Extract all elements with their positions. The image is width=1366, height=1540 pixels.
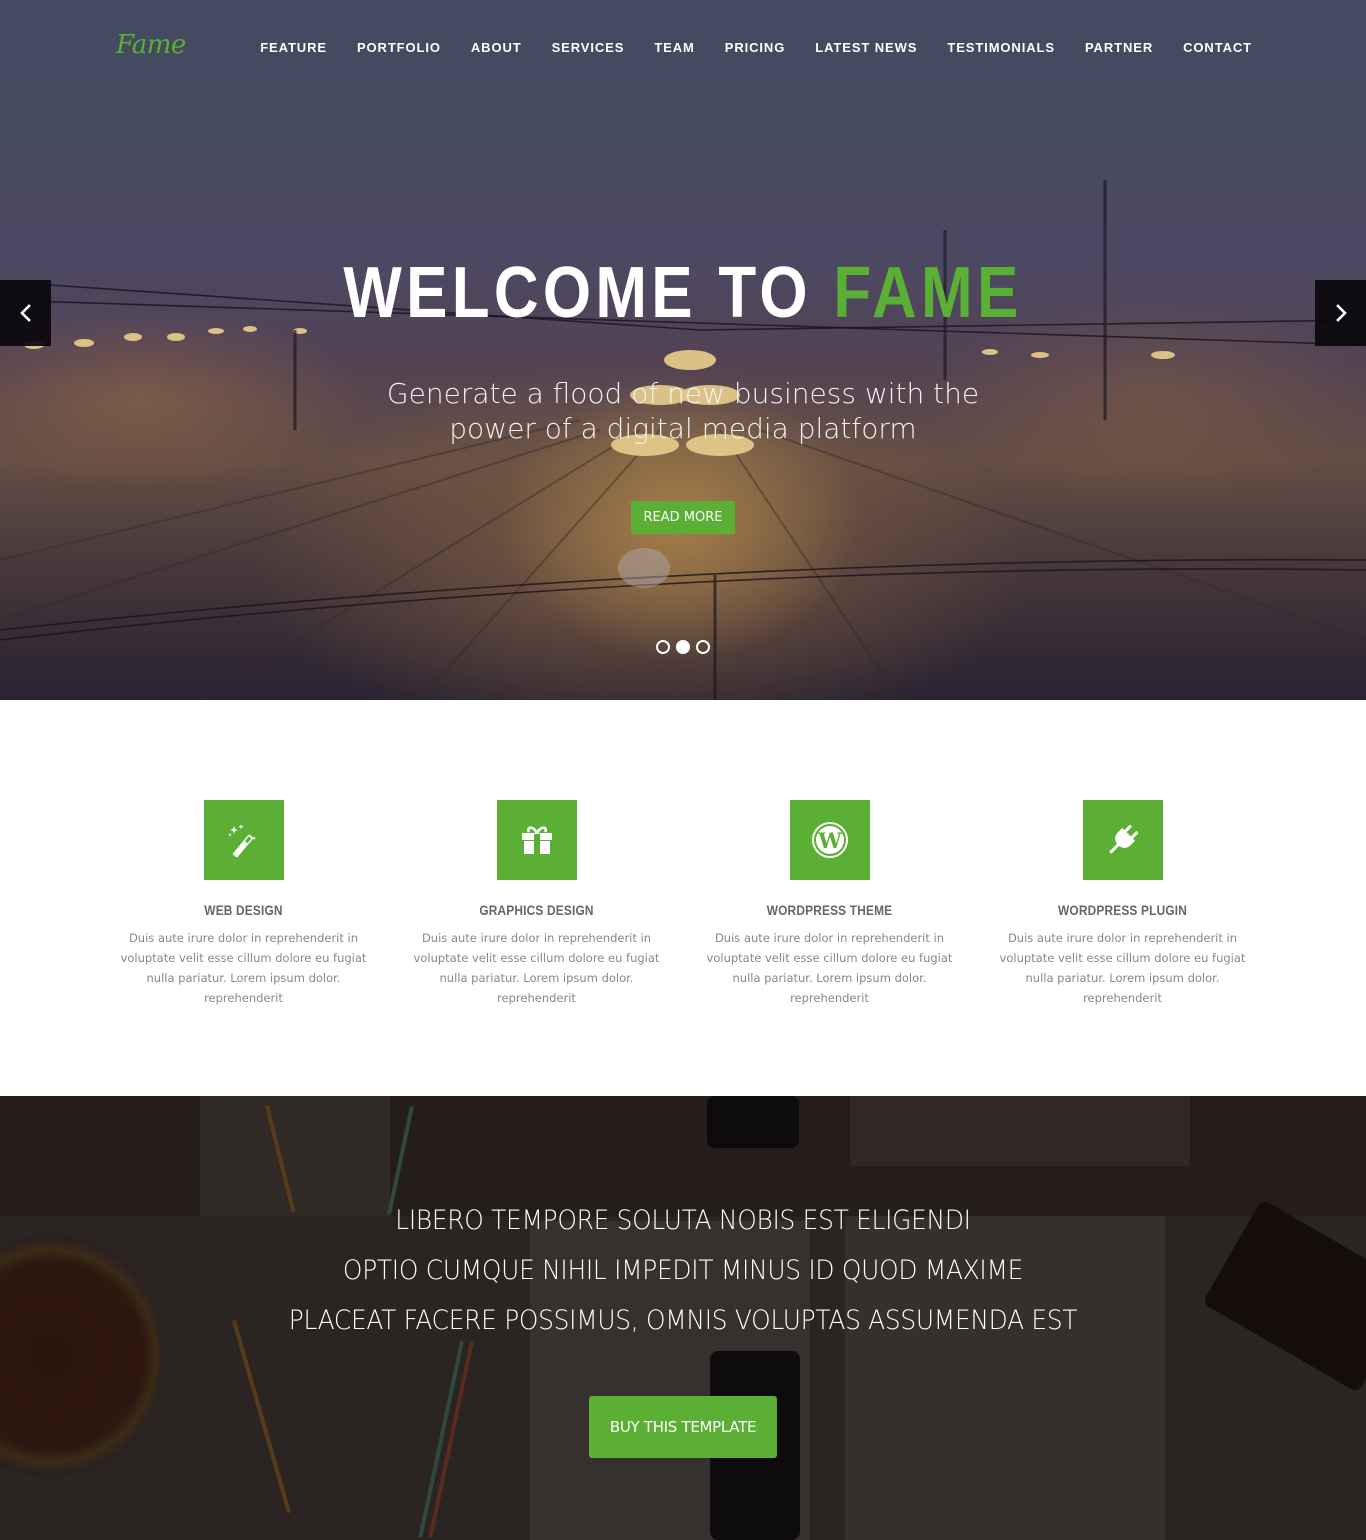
slider-dot-1[interactable] <box>656 640 670 654</box>
cta-section: LIBERO TEMPORE SOLUTA NOBIS EST ELIGENDI… <box>0 1096 1366 1540</box>
hero-title: WELCOME TO FAME <box>96 248 1271 338</box>
plug-icon <box>1108 824 1138 854</box>
nav-item-contact[interactable]: CONTACT <box>1183 40 1252 55</box>
hero-subtitle-line-1: Generate a flood of new business with th… <box>386 377 980 410</box>
feature-description: Duis aute irure dolor in reprehenderit i… <box>999 931 1246 1005</box>
feature-title: WORDPRESS PLUGIN <box>1057 902 1187 918</box>
nav-item-feature[interactable]: FEATURE <box>260 40 327 55</box>
cta-line-3: PLACEAT FACERE POSSIMUS, OMNIS VOLUPTAS … <box>288 1305 1078 1336</box>
cta-line-2: OPTIO CUMQUE NIHIL IMPEDIT MINUS ID QUOD… <box>342 1255 1024 1286</box>
feature-icon-box: W <box>789 800 870 880</box>
nav-item-about[interactable]: ABOUT <box>471 40 522 55</box>
features-section: WEB DESIGN Duis aute irure dolor in repr… <box>0 700 1366 1096</box>
nav-item-services[interactable]: SERVICES <box>552 40 625 55</box>
slider-pagination <box>0 640 1366 654</box>
nav-item-latest-news[interactable]: LATEST NEWS <box>815 40 917 55</box>
hero-slider: Fame FEATURE PORTFOLIO ABOUT SERVICES TE… <box>0 0 1366 700</box>
feature-icon-box <box>496 800 577 880</box>
nav-item-testimonials[interactable]: TESTIMONIALS <box>947 40 1055 55</box>
hero-content: WELCOME TO FAME Generate a flood of new … <box>0 248 1366 534</box>
feature-title: WORDPRESS THEME <box>766 902 893 918</box>
cta-content: LIBERO TEMPORE SOLUTA NOBIS EST ELIGENDI… <box>0 1196 1366 1458</box>
hero-subtitle: Generate a flood of new business with th… <box>0 376 1366 446</box>
slider-dot-3[interactable] <box>696 640 710 654</box>
nav-item-portfolio[interactable]: PORTFOLIO <box>357 40 441 55</box>
feature-description: Duis aute irure dolor in reprehenderit i… <box>413 931 660 1005</box>
nav-item-pricing[interactable]: PRICING <box>725 40 785 55</box>
read-more-button[interactable]: READ MORE <box>630 501 736 534</box>
feature-icon-box <box>1082 800 1163 880</box>
feature-card: W WORDPRESS THEME Duis aute irure dolor … <box>683 800 976 1096</box>
slider-dot-2[interactable] <box>676 640 690 654</box>
site-logo[interactable]: Fame <box>116 30 186 60</box>
background-phone <box>707 1096 799 1148</box>
background-book <box>850 1096 1190 1166</box>
main-nav: FEATURE PORTFOLIO ABOUT SERVICES TEAM PR… <box>230 40 1252 55</box>
feature-title: WEB DESIGN <box>204 902 283 918</box>
gift-icon <box>521 826 552 854</box>
hero-title-main: WELCOME TO <box>343 253 834 333</box>
feature-card: GRAPHICS DESIGN Duis aute irure dolor in… <box>390 800 683 1096</box>
feature-title: GRAPHICS DESIGN <box>479 902 594 918</box>
feature-description: Duis aute irure dolor in reprehenderit i… <box>120 931 367 1005</box>
nav-item-partner[interactable]: PARTNER <box>1085 40 1153 55</box>
hero-subtitle-line-2: power of a digital media platform <box>449 412 917 445</box>
feature-icon-box <box>203 800 284 880</box>
buy-template-button[interactable]: BUY THIS TEMPLATE <box>588 1396 778 1458</box>
feature-card: WEB DESIGN Duis aute irure dolor in repr… <box>97 800 390 1096</box>
cta-line-1: LIBERO TEMPORE SOLUTA NOBIS EST ELIGENDI <box>395 1205 971 1236</box>
magic-wand-icon <box>227 824 256 858</box>
svg-text:W: W <box>817 828 842 853</box>
site-header: Fame FEATURE PORTFOLIO ABOUT SERVICES TE… <box>0 0 1366 95</box>
feature-description: Duis aute irure dolor in reprehenderit i… <box>706 931 953 1005</box>
feature-card: WORDPRESS PLUGIN Duis aute irure dolor i… <box>976 800 1269 1096</box>
nav-item-team[interactable]: TEAM <box>654 40 694 55</box>
wordpress-icon: W <box>811 822 848 858</box>
hero-title-accent: FAME <box>833 253 1023 333</box>
